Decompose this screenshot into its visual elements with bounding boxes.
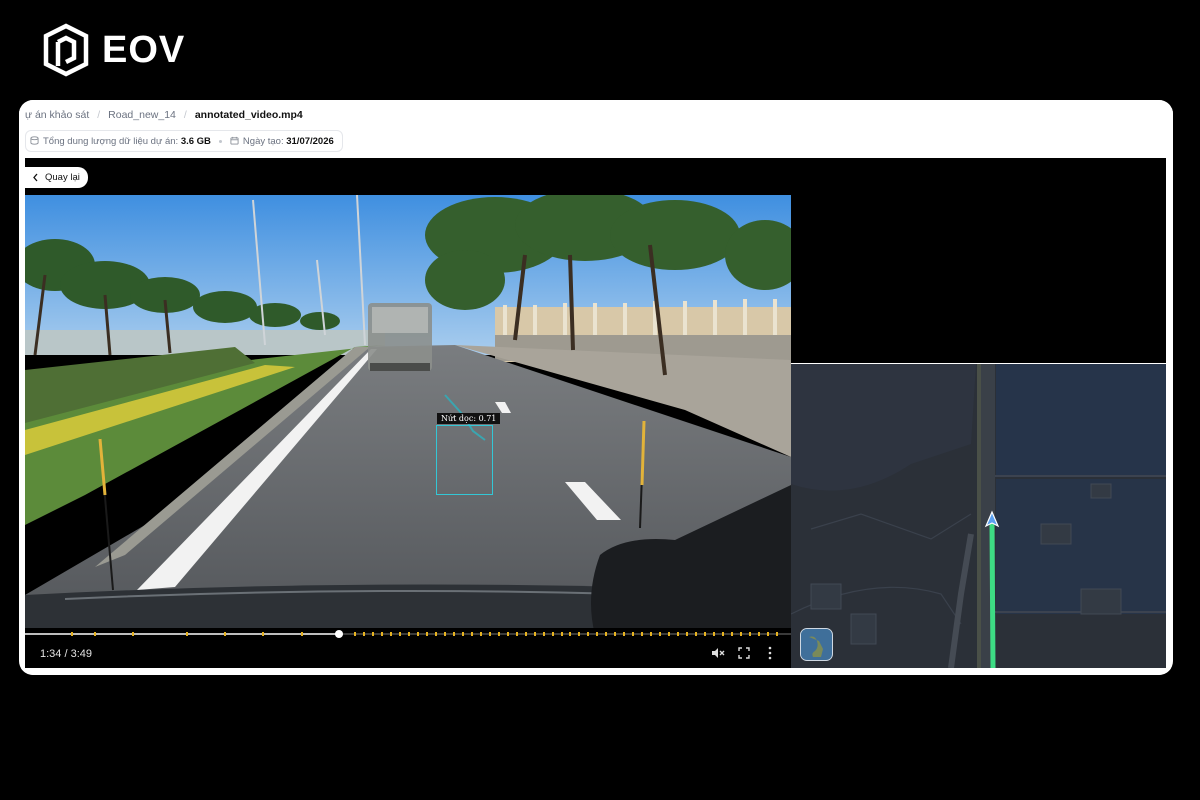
timeline-marker[interactable] [470,632,473,636]
more-options-icon[interactable] [761,644,779,662]
timeline-marker[interactable] [677,632,680,636]
storage-stat: Tổng dung lượng dữ liệu dự án: 3.6 GB [30,136,211,147]
timeline-marker[interactable] [614,632,617,636]
timeline-marker[interactable] [551,632,554,636]
storage-label: Tổng dung lượng dữ liệu dự án: [43,135,179,147]
brand: EOV [40,22,185,78]
timeline-marker[interactable] [70,632,73,636]
timeline-marker[interactable] [444,632,446,636]
created-stat: Ngày tạo: 31/07/2026 [230,136,334,147]
timeline-marker[interactable] [757,632,760,636]
timeline-marker[interactable] [224,632,227,636]
timeline-marker[interactable] [93,632,96,636]
route-map[interactable] [791,364,1166,668]
timeline-marker[interactable] [560,632,563,636]
back-label: Quay lại [45,172,80,183]
breadcrumb-separator: / [183,109,187,121]
calendar-icon [230,136,239,145]
timeline-marker[interactable] [515,632,518,636]
created-label: Ngày tạo: [242,135,284,147]
timeline-marker[interactable] [497,632,500,636]
video-player[interactable]: Quay lại Nứt dọc: 0.71 1:34 / 3:49 [25,158,791,668]
timeline-marker[interactable] [623,632,626,636]
timeline-marker[interactable] [399,632,402,636]
timeline-marker[interactable] [569,632,572,636]
progress-bar[interactable] [25,630,791,638]
timeline-marker[interactable] [381,632,384,636]
timeline-marker[interactable] [426,632,429,636]
timeline-marker[interactable] [488,632,491,636]
breadcrumb-separator: / [97,109,101,121]
timeline-marker[interactable] [132,632,135,636]
timeline-marker[interactable] [587,632,590,636]
timeline-marker[interactable] [578,632,581,636]
timeline-marker[interactable] [748,632,751,636]
timeline-marker[interactable] [363,632,366,636]
timeline-marker[interactable] [605,632,608,636]
timeline-marker[interactable] [542,632,545,636]
timeline-marker[interactable] [632,632,635,636]
road-scene [25,195,791,635]
progress-thumb[interactable] [335,630,344,638]
map-canvas [791,364,1166,668]
timeline-marker[interactable] [390,632,393,636]
timeline-marker[interactable] [262,632,265,636]
timeline-marker[interactable] [659,632,662,636]
timeline-marker[interactable] [766,632,769,636]
timeline-marker[interactable] [354,632,357,636]
breadcrumb: ự án khảo sát / Road_new_14 / annotated_… [25,109,303,121]
timeline-marker[interactable] [524,632,527,636]
timeline-marker[interactable] [721,632,724,636]
database-icon [30,135,39,145]
breadcrumb-item-road[interactable]: Road_new_14 [108,109,176,121]
timeline-marker[interactable] [739,632,742,636]
timeline-marker[interactable] [668,632,671,636]
chevron-left-icon [33,173,38,182]
back-button[interactable]: Quay lại [25,167,88,188]
timeline-marker[interactable] [685,632,688,636]
timeline-marker[interactable] [730,632,733,636]
timeline-marker[interactable] [435,632,438,636]
header: ự án khảo sát / Road_new_14 / annotated_… [19,100,1173,158]
timeline-marker[interactable] [712,632,715,636]
timeline-marker[interactable] [417,632,420,636]
video-controls: 1:34 / 3:49 [25,628,791,668]
time-display: 1:34 / 3:49 [40,648,92,660]
card-footer [19,668,1173,675]
map-layer-icon[interactable] [800,628,833,661]
timeline-marker[interactable] [506,632,509,636]
storage-value: 3.6 GB [180,135,211,147]
timeline-marker[interactable] [703,632,706,636]
timeline-marker[interactable] [650,632,653,636]
detection-label: Nứt dọc: 0.71 [437,413,501,424]
secondary-view [791,158,1166,363]
timeline-marker[interactable] [596,632,599,636]
timeline-marker[interactable] [775,632,778,636]
app-window: ự án khảo sát / Road_new_14 / annotated_… [19,100,1173,675]
breadcrumb-item-file: annotated_video.mp4 [194,109,303,121]
timeline-marker[interactable] [300,632,303,636]
created-value: 31/07/2026 [286,135,334,147]
timeline-marker[interactable] [408,632,411,636]
mute-icon[interactable] [709,644,727,662]
video-frame: Nứt dọc: 0.71 [25,195,791,635]
project-stats: Tổng dung lượng dữ liệu dự án: 3.6 GB Ng… [25,130,343,152]
timeline-marker[interactable] [372,632,375,636]
timeline-marker[interactable] [452,632,455,636]
timeline-marker[interactable] [479,632,482,636]
eov-logo-icon [43,23,89,77]
breadcrumb-item-project[interactable]: ự án khảo sát [25,109,89,121]
fullscreen-icon[interactable] [735,644,753,662]
timeline-marker[interactable] [694,632,697,636]
timeline-marker[interactable] [461,632,464,636]
stats-divider [218,139,222,143]
timeline-marker[interactable] [185,632,188,636]
brand-name: EOV [102,28,186,71]
timeline-marker[interactable] [533,632,536,636]
timeline-marker[interactable] [641,632,644,636]
detection-box[interactable] [436,425,493,495]
